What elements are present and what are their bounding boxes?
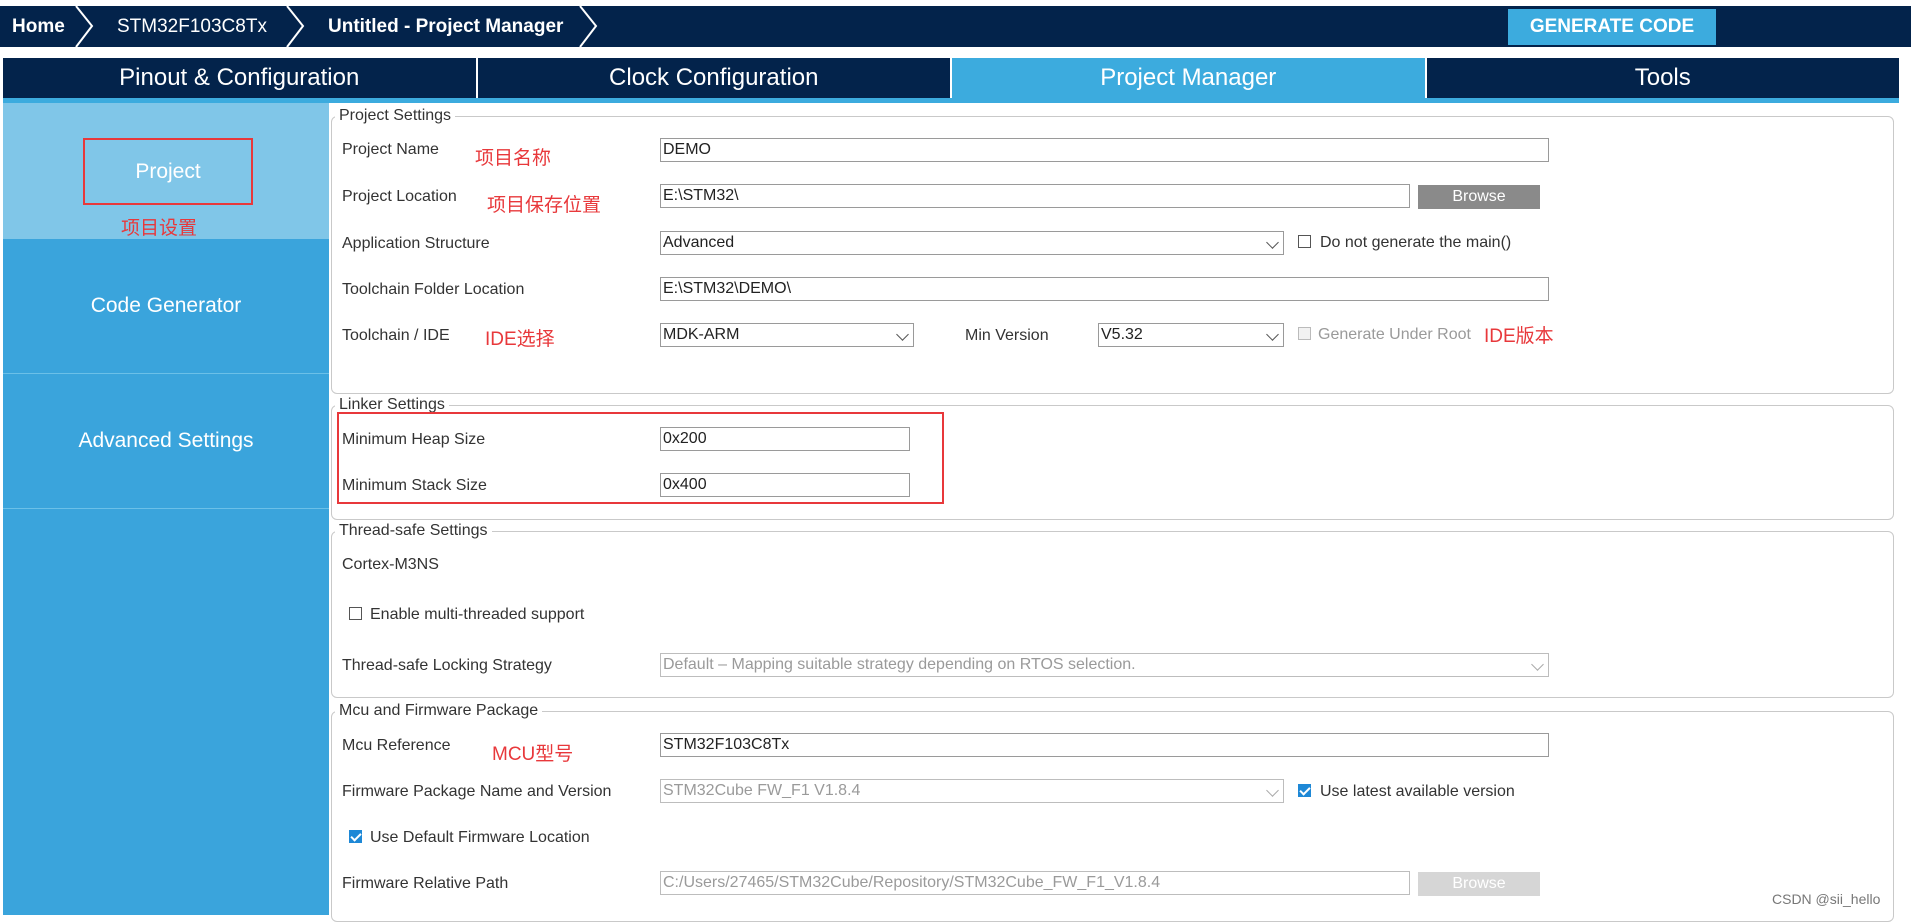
annotation-mcu: MCU型号 <box>492 744 574 765</box>
min-version-value: V5.32 <box>1101 326 1143 343</box>
sidebar: Project 项目设置 Code Generator Advanced Set… <box>3 103 329 915</box>
locking-strategy-value: Default – Mapping suitable strategy depe… <box>663 656 1136 673</box>
locking-strategy-label: Thread-safe Locking Strategy <box>342 657 552 674</box>
app-structure-value: Advanced <box>663 234 735 251</box>
annotation-ide: IDE选择 <box>485 329 555 350</box>
annotation-project: 项目设置 <box>121 218 198 239</box>
content-panel: Project Settings Project Name 项目名称 DEMO … <box>330 103 1911 922</box>
generate-under-root-label: Generate Under Root <box>1318 326 1471 343</box>
chevron-right-icon <box>286 6 305 47</box>
use-latest-label: Use latest available version <box>1320 783 1515 800</box>
firmware-package-label: Firmware Package Name and Version <box>342 783 612 800</box>
project-name-label: Project Name <box>342 141 439 158</box>
sidebar-item-advanced-settings[interactable]: Advanced Settings <box>3 374 329 509</box>
annotation-project-name: 项目名称 <box>475 148 552 169</box>
chevron-right-icon <box>75 6 94 47</box>
app-structure-label: Application Structure <box>342 235 490 252</box>
chevron-down-icon <box>896 328 909 341</box>
min-version-label: Min Version <box>965 327 1049 344</box>
chevron-down-icon <box>1531 658 1544 671</box>
locking-strategy-select[interactable]: Default – Mapping suitable strategy depe… <box>660 653 1549 677</box>
chevron-right-icon <box>579 6 598 47</box>
annotation-project-location: 项目保存位置 <box>487 195 602 216</box>
group-title: Project Settings <box>339 107 452 124</box>
breadcrumb-device[interactable]: STM32F103C8Tx <box>117 6 267 47</box>
chevron-down-icon <box>1266 236 1279 249</box>
no-main-label: Do not generate the main() <box>1320 234 1512 251</box>
toolchain-ide-label: Toolchain / IDE <box>342 327 450 344</box>
mcu-reference-label: Mcu Reference <box>342 737 451 754</box>
sidebar-item-project[interactable]: Project 项目设置 <box>3 103 329 239</box>
breadcrumb-home[interactable]: Home <box>12 6 65 47</box>
generate-under-root-checkbox[interactable] <box>1298 327 1311 340</box>
tab-tools[interactable]: Tools <box>1427 58 1900 98</box>
breadcrumb: Home STM32F103C8Tx Untitled - Project Ma… <box>0 6 1911 47</box>
sidebar-item-code-generator[interactable]: Code Generator <box>3 239 329 374</box>
default-fw-location-checkbox[interactable] <box>349 830 362 843</box>
project-location-label: Project Location <box>342 188 457 205</box>
fw-relative-path-label: Firmware Relative Path <box>342 875 509 892</box>
project-location-input[interactable]: E:\STM32\ <box>660 184 1410 208</box>
firmware-package-select[interactable]: STM32Cube FW_F1 V1.8.4 <box>660 779 1284 803</box>
multithread-checkbox[interactable] <box>349 607 362 620</box>
toolchain-folder-label: Toolchain Folder Location <box>342 281 525 298</box>
default-fw-location-label: Use Default Firmware Location <box>370 829 590 846</box>
group-title: Thread-safe Settings <box>339 522 488 539</box>
annotation-ide-version: IDE版本 <box>1484 326 1554 347</box>
chevron-down-icon <box>1266 328 1279 341</box>
mcu-reference-input[interactable]: STM32F103C8Tx <box>660 733 1549 757</box>
multithread-label: Enable multi-threaded support <box>370 606 585 623</box>
toolchain-folder-input[interactable]: E:\STM32\DEMO\ <box>660 277 1549 301</box>
breadcrumb-project[interactable]: Untitled - Project Manager <box>328 6 563 47</box>
watermark: CSDN @sii_hello <box>1772 891 1881 907</box>
app-structure-select[interactable]: Advanced <box>660 231 1284 255</box>
sidebar-item-label: Project <box>83 138 253 205</box>
toolchain-ide-value: MDK-ARM <box>663 326 740 343</box>
core-label: Cortex-M3NS <box>342 556 439 573</box>
toolchain-ide-select[interactable]: MDK-ARM <box>660 323 914 347</box>
tab-pinout[interactable]: Pinout & Configuration <box>3 58 478 98</box>
browse-fw-path-button[interactable]: Browse <box>1418 872 1540 896</box>
tab-clock[interactable]: Clock Configuration <box>478 58 952 98</box>
use-latest-checkbox[interactable] <box>1298 784 1311 797</box>
min-version-select[interactable]: V5.32 <box>1098 323 1284 347</box>
chevron-down-icon <box>1266 784 1279 797</box>
group-title: Mcu and Firmware Package <box>339 702 539 719</box>
main-tabs: Pinout & Configuration Clock Configurati… <box>3 58 1899 98</box>
no-main-checkbox[interactable] <box>1298 235 1311 248</box>
tab-project-manager[interactable]: Project Manager <box>952 58 1427 98</box>
project-name-input[interactable]: DEMO <box>660 138 1549 162</box>
firmware-package-value: STM32Cube FW_F1 V1.8.4 <box>663 782 861 799</box>
generate-code-button[interactable]: GENERATE CODE <box>1508 9 1716 45</box>
browse-location-button[interactable]: Browse <box>1418 185 1540 209</box>
highlight-box <box>337 412 944 504</box>
fw-relative-path-input[interactable]: C:/Users/27465/STM32Cube/Repository/STM3… <box>660 871 1410 895</box>
